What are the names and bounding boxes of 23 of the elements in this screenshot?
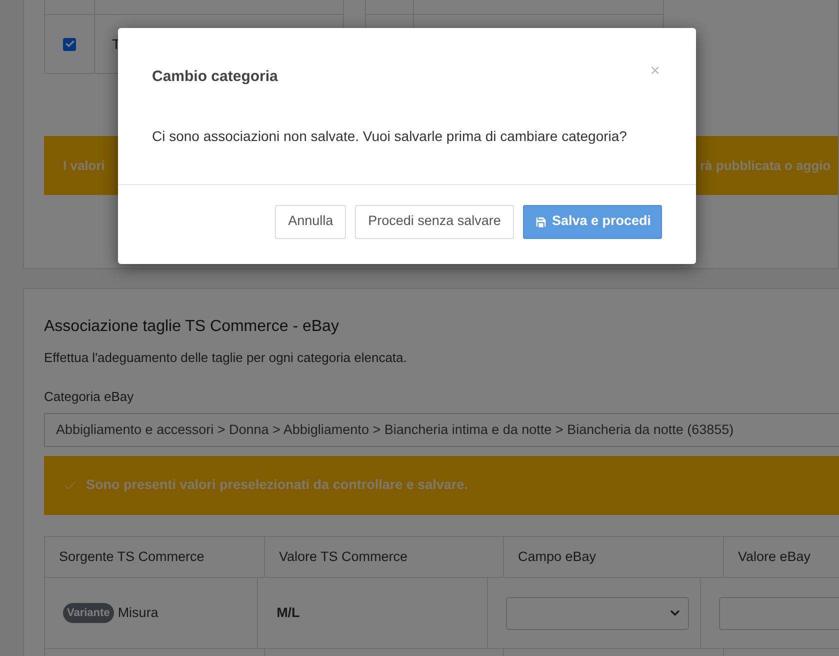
field-dropdown[interactable] <box>506 596 690 630</box>
table-cell-text: M/L <box>276 604 300 622</box>
section-title: Associazione taglie TS Commerce - eBay <box>44 317 340 337</box>
notice-text: I valori <box>63 156 106 175</box>
notice-text: rà pubblicata o aggio <box>700 156 831 175</box>
field-label: Categoria eBay <box>44 388 135 406</box>
table-cell-text: Misura <box>118 604 158 622</box>
checkbox[interactable] <box>63 38 76 50</box>
dialog-title: Cambio categoria <box>152 67 278 87</box>
variant-badge: Variante <box>63 602 114 624</box>
dialog-message: Ci sono associazioni non salvate. Vuoi salvarle prima di cambiare categoria? <box>151 126 628 146</box>
dialog-button[interactable]: Procedi senza salvare <box>355 204 514 238</box>
dialog-button[interactable]: Annulla <box>275 204 346 238</box>
column-header: Valore TS Commerce <box>279 548 408 566</box>
column-header: Valore eBay <box>738 548 811 566</box>
section-subtitle: Effettua l'adeguamento delle taglie per ogni categoria elencata. <box>44 349 408 367</box>
alert-text: Sono presenti valori preselezionati da controllare e salvare. <box>86 476 468 494</box>
save-button[interactable]: Salva e procedi <box>522 204 662 238</box>
save-icon <box>534 214 548 228</box>
column-header: Sorgente TS Commerce <box>59 548 204 566</box>
category-field[interactable]: Abbigliamento e accessori > Donna > Abbigliamento > Biancheria intima e da notte > Biancheria da notte (63855) <box>44 413 839 447</box>
value-input[interactable] <box>719 596 839 630</box>
column-header: Campo eBay <box>518 548 596 566</box>
